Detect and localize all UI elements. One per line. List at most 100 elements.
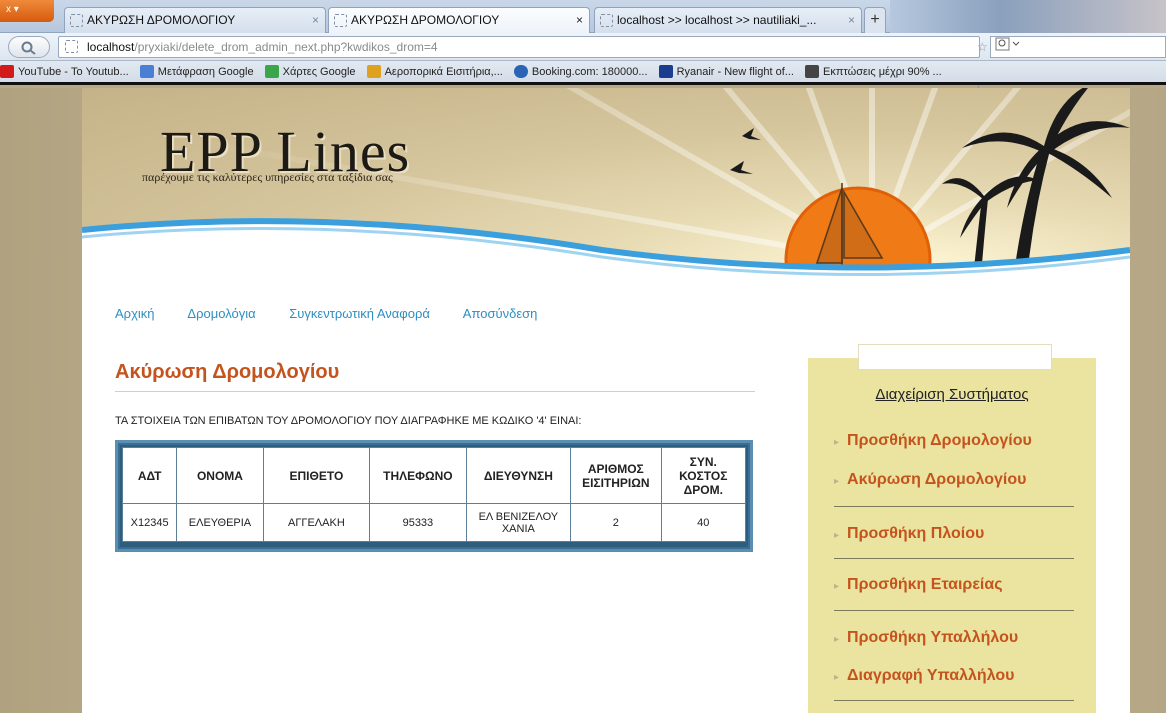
- sidebar-divider: [834, 610, 1074, 611]
- arrow-icon: ▸: [834, 476, 840, 487]
- page-icon: [334, 14, 347, 27]
- youtube-icon: [0, 65, 14, 78]
- bookmark-label: Ryanair - New flight of...: [676, 66, 794, 78]
- column-header: ΟΝΟΜΑ: [176, 447, 264, 504]
- menu-home[interactable]: Αρχική: [115, 306, 155, 321]
- table-cell: 2: [570, 503, 662, 542]
- browser-tab-active[interactable]: ΑΚΥΡΩΣΗ ΔΡΟΜΟΛΟΓΙΟΥ ×: [328, 7, 590, 33]
- bookmark-item[interactable]: Booking.com: 180000...: [513, 61, 648, 82]
- search-engine-icon: [995, 37, 1020, 51]
- table-row: Χ12345 ΕΛΕΥΘΕΡΙΑ ΑΓΓΕΛΑΚΗ 95333 ΕΛ ΒΕΝΙΖ…: [121, 503, 747, 542]
- browser-tab[interactable]: ΑΚΥΡΩΣΗ ΔΡΟΜΟΛΟΓΙΟΥ ×: [64, 7, 326, 33]
- page-title: Ακύρωση Δρομολογίου: [115, 361, 340, 383]
- bookmark-item[interactable]: Μετάφραση Google: [139, 61, 254, 82]
- main-menu: Αρχική Δρομολόγια Συγκεντρωτική Αναφορά …: [115, 306, 567, 321]
- menu-logout[interactable]: Αποσύνδεση: [463, 306, 538, 321]
- sidebar-title: Διαχείριση Συστήματος: [875, 386, 1029, 403]
- navigation-bar: localhost/pryxiaki/delete_drom_admin_nex…: [0, 33, 1166, 94]
- bookmark-label: Χάρτες Google: [282, 66, 356, 78]
- table-cell: ΕΛ ΒΕΝΙΖΕΛΟΥ ΧΑΝΙΑ: [465, 503, 572, 542]
- column-header: ΣΥΝ. ΚΟΣΤΟΣ ΔΡΟΜ.: [660, 447, 747, 504]
- passengers-table-frame: ΑΔΤ ΟΝΟΜΑ ΕΠΙΘΕΤΟ ΤΗΛΕΦΩΝΟ ΔΙΕΥΘΥΝΣΗ ΑΡΙ…: [115, 440, 753, 552]
- menu-button-label: x: [6, 4, 11, 15]
- flight-icon: [366, 65, 381, 78]
- deals-icon: [805, 65, 819, 78]
- sidebar-item-add-ship[interactable]: ▸ Προσθήκη Πλοίου: [834, 525, 984, 543]
- arrow-icon: ▸: [834, 437, 840, 448]
- arrow-icon: ▸: [834, 634, 840, 645]
- column-header: ΑΔΤ: [121, 447, 178, 504]
- close-tab-icon[interactable]: ×: [312, 8, 319, 32]
- sidebar-item-label: Προσθήκη Δρομολογίου: [847, 432, 1032, 449]
- page-icon: [600, 14, 613, 27]
- sidebar-item-add-company[interactable]: ▸ Προσθήκη Εταιρείας: [834, 576, 1003, 594]
- column-header: ΕΠΙΘΕΤΟ: [262, 447, 371, 504]
- intro-text: ΤΑ ΣΤΟΙΧΕΙΑ ΤΩΝ ΕΠΙΒΑΤΩΝ ΤΟΥ ΔΡΟΜΟΛΟΓΙΟΥ…: [115, 415, 582, 427]
- firefox-menu-button[interactable]: x ▾: [0, 0, 54, 22]
- search-icon: [21, 41, 36, 55]
- sidebar-item-cancel-route[interactable]: ▸ Ακύρωση Δρομολογίου: [834, 471, 1026, 489]
- maps-icon: [264, 65, 279, 78]
- sidebar-item-label: Προσθήκη Υπαλλήλου: [847, 629, 1019, 646]
- sidebar-item-label: Ακύρωση Δρομολογίου: [847, 471, 1027, 488]
- browser-tab[interactable]: localhost >> localhost >> nautiliaki_...…: [594, 7, 862, 33]
- new-tab-button[interactable]: +: [864, 7, 886, 33]
- arrow-icon: ▸: [834, 530, 840, 541]
- back-button[interactable]: [8, 36, 50, 58]
- menu-routes[interactable]: Δρομολόγια: [187, 306, 255, 321]
- url-host: localhost: [87, 40, 135, 54]
- sidebar-item-add-employee[interactable]: ▸ Προσθήκη Υπαλλήλου: [834, 629, 1018, 647]
- bookmark-item[interactable]: Χάρτες Google: [264, 61, 356, 82]
- tab-title: ΑΚΥΡΩΣΗ ΔΡΟΜΟΛΟΓΙΟΥ: [87, 13, 236, 27]
- bookmark-item[interactable]: YouTube - Το Youtub...: [0, 61, 129, 82]
- tab-title: localhost >> localhost >> nautiliaki_...: [617, 13, 817, 27]
- sidebar-item-label: Προσθήκη Εταιρείας: [847, 576, 1003, 593]
- bookmark-label: Αεροπορικά Εισιτήρια,...: [384, 66, 503, 78]
- passengers-table: ΑΔΤ ΟΝΟΜΑ ΕΠΙΘΕΤΟ ΤΗΛΕΦΩΝΟ ΔΙΕΥΘΥΝΣΗ ΑΡΙ…: [121, 447, 747, 542]
- table-cell: 40: [660, 503, 747, 542]
- search-box[interactable]: [990, 36, 1166, 58]
- arrow-icon: ▸: [834, 581, 840, 592]
- close-tab-icon[interactable]: ×: [848, 8, 855, 32]
- sidebar-item-label: Διαγραφή Υπαλλήλου: [847, 667, 1015, 684]
- sidebar-item-delete-employee[interactable]: ▸ Διαγραφή Υπαλλήλου: [834, 667, 1015, 685]
- bookmark-label: Booking.com: 180000...: [531, 66, 648, 78]
- translate-icon: [139, 65, 154, 78]
- url-path: /pryxiaki/delete_drom_admin_next.php?kwd…: [134, 40, 438, 54]
- bookmark-item[interactable]: Αεροπορικά Εισιτήρια,...: [366, 61, 503, 82]
- tab-strip-background: [890, 0, 1166, 33]
- page-icon: [70, 14, 83, 27]
- bird-icon: [730, 161, 753, 174]
- column-header: ΤΗΛΕΦΩΝΟ: [369, 447, 467, 504]
- column-header: ΔΙΕΥΘΥΝΣΗ: [465, 447, 572, 504]
- arrow-icon: ▸: [834, 672, 840, 683]
- bookmark-item[interactable]: Εκπτώσεις μέχρι 90% ...: [805, 61, 942, 82]
- sidebar-divider: [834, 700, 1074, 701]
- bookmark-label: YouTube - Το Youtub...: [18, 66, 129, 78]
- table-cell: ΑΓΓΕΛΑΚΗ: [262, 503, 371, 542]
- bookmark-label: Μετάφραση Google: [157, 66, 254, 78]
- sidebar-item-add-route[interactable]: ▸ Προσθήκη Δρομολογίου: [834, 432, 1032, 450]
- sidebar-divider: [834, 558, 1074, 559]
- bookmark-label: Εκπτώσεις μέχρι 90% ...: [823, 66, 942, 78]
- tab-title: ΑΚΥΡΩΣΗ ΔΡΟΜΟΛΟΓΙΟΥ: [351, 13, 500, 27]
- title-divider: [115, 391, 755, 392]
- sidebar-divider: [834, 506, 1074, 507]
- booking-icon: [513, 65, 528, 78]
- bookmarks-bar: YouTube - Το Youtub... Μετάφραση Google …: [0, 61, 1166, 85]
- table-cell: 95333: [369, 503, 467, 542]
- menu-summary-report[interactable]: Συγκεντρωτική Αναφορά: [289, 306, 430, 321]
- sidebar-search-input[interactable]: [858, 344, 1052, 370]
- tab-strip: x ▾ ΑΚΥΡΩΣΗ ΔΡΟΜΟΛΟΓΙΟΥ × ΑΚΥΡΩΣΗ ΔΡΟΜΟΛ…: [0, 0, 1166, 33]
- sidebar-item-label: Προσθήκη Πλοίου: [847, 525, 985, 542]
- bookmark-item[interactable]: Ryanair - New flight of...: [658, 61, 794, 82]
- page-icon: [65, 40, 78, 53]
- ryanair-icon: [658, 65, 673, 78]
- table-cell: Χ12345: [121, 503, 178, 542]
- column-header: ΑΡΙΘΜΟΣ ΕΙΣΙΤΗΡΙΩΝ: [570, 447, 662, 504]
- url-bar[interactable]: localhost/pryxiaki/delete_drom_admin_nex…: [58, 36, 988, 94]
- bird-icon: [742, 128, 761, 140]
- table-header-row: ΑΔΤ ΟΝΟΜΑ ΕΠΙΘΕΤΟ ΤΗΛΕΦΩΝΟ ΔΙΕΥΘΥΝΣΗ ΑΡΙ…: [121, 447, 747, 504]
- table-cell: ΕΛΕΥΘΕΡΙΑ: [176, 503, 264, 542]
- close-tab-icon[interactable]: ×: [576, 8, 583, 32]
